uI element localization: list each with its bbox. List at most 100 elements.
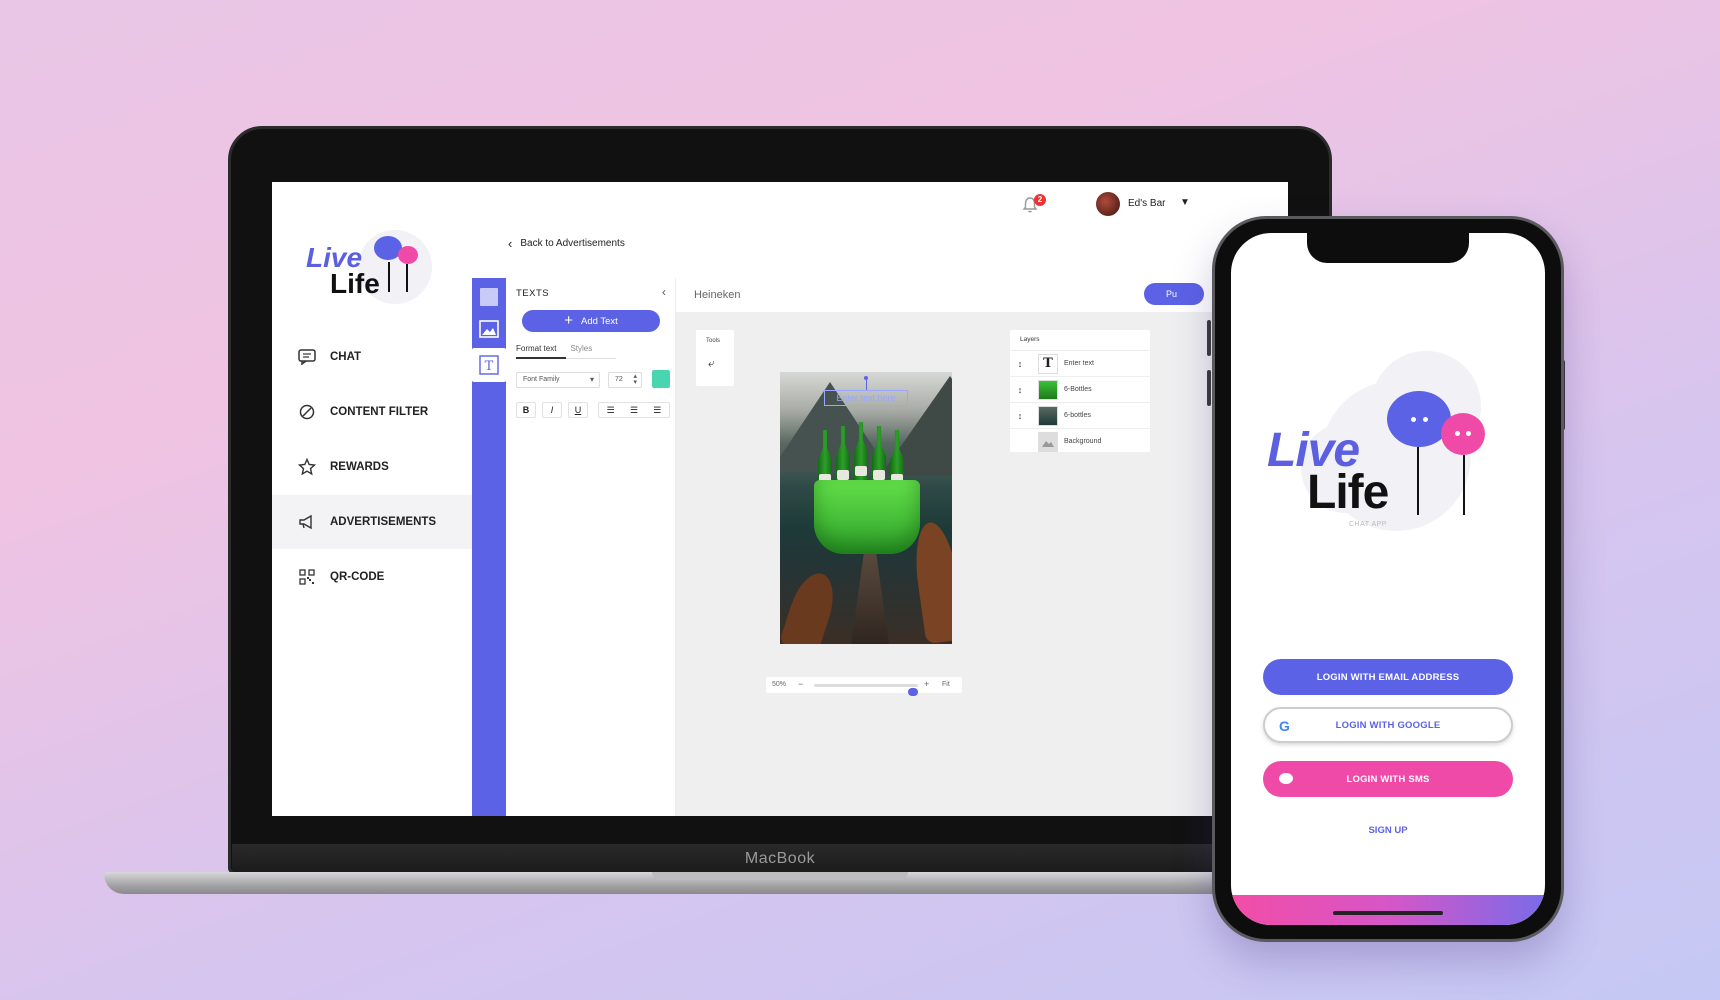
- bottom-gradient-bar: [1231, 895, 1545, 925]
- home-indicator[interactable]: [1333, 911, 1443, 915]
- editor-tool-rail: T: [472, 278, 506, 816]
- tab-format-text[interactable]: Format text: [516, 344, 556, 353]
- editor-header: Heineken Pu: [676, 278, 1288, 312]
- login-email-button[interactable]: LOGIN WITH EMAIL ADDRESS: [1263, 659, 1513, 695]
- chevron-down-icon[interactable]: ▼: [1180, 197, 1190, 208]
- add-text-button[interactable]: + Add Text: [522, 310, 660, 332]
- image-tool-icon[interactable]: [478, 318, 500, 340]
- plus-icon: +: [564, 312, 573, 329]
- back-to-advertisements-link[interactable]: ‹ Back to Advertisements: [508, 236, 625, 251]
- alignment-group: ☰ ☰ ☰: [598, 402, 670, 418]
- phone-side-button: [1207, 320, 1211, 356]
- zoom-slider-handle[interactable]: [908, 688, 918, 696]
- layer-name: Background: [1064, 438, 1102, 445]
- format-tabs: Format text Styles: [516, 344, 592, 353]
- zoom-value: 50%: [772, 681, 787, 688]
- sidebar-item-label: CHAT: [330, 351, 362, 363]
- font-family-select[interactable]: Font Family ▾: [516, 372, 600, 388]
- text-tool-icon[interactable]: T: [472, 348, 506, 382]
- layer-row[interactable]: Background: [1010, 428, 1150, 454]
- layer-thumbnail: [1038, 405, 1058, 426]
- login-google-button[interactable]: G LOGIN WITH GOOGLE: [1263, 707, 1513, 743]
- sidebar-item-qr-code[interactable]: QR-CODE: [272, 550, 472, 604]
- zoom-in-button[interactable]: +: [924, 679, 929, 689]
- stepper-icon: ▴ ▾: [633, 373, 637, 386]
- canvas-text-box[interactable]: Enter text here: [824, 390, 908, 406]
- layers-panel: Layers ↕ T Enter text ↕ 6-Bottles ↕ 6-bo…: [1010, 330, 1150, 452]
- layer-name: 6-Bottles: [1064, 386, 1092, 393]
- fit-button[interactable]: Fit: [942, 681, 950, 688]
- chevron-left-icon: ‹: [508, 236, 513, 251]
- publish-button[interactable]: Pu: [1144, 283, 1204, 305]
- logo-bubble-pink: [398, 246, 418, 264]
- sidebar-item-chat[interactable]: CHAT: [272, 330, 472, 384]
- shape-tool-icon[interactable]: [478, 286, 500, 308]
- text-color-swatch[interactable]: [652, 370, 670, 388]
- collapse-panel-icon[interactable]: ‹: [662, 285, 666, 299]
- drag-handle-icon[interactable]: ↕: [1010, 359, 1030, 369]
- layer-row[interactable]: ↕ 6-bottles: [1010, 402, 1150, 428]
- panel-title: TEXTS: [516, 288, 550, 299]
- sidebar-item-content-filter[interactable]: CONTENT FILTER: [272, 385, 472, 439]
- ad-canvas[interactable]: Enter text here: [780, 372, 952, 644]
- zoom-bar: 50% − + Fit: [766, 677, 962, 696]
- live-life-logo[interactable]: Live Life: [306, 224, 436, 314]
- logo-tagline: CHAT APP: [1349, 521, 1387, 528]
- laptop-brand-label: MacBook: [232, 844, 1328, 874]
- editor-workspace: Heineken Pu Tools ⤶ Enter text here Laye…: [676, 278, 1288, 816]
- layer-row[interactable]: ↕ T Enter text: [1010, 350, 1150, 376]
- active-tab-indicator: [516, 357, 566, 359]
- phone-side-button: [1207, 370, 1211, 406]
- layer-name: 6-bottles: [1064, 412, 1091, 419]
- align-left-icon[interactable]: ☰: [607, 405, 615, 416]
- logo-life-text: Life: [330, 268, 380, 299]
- logo-figure-2: [406, 264, 408, 292]
- zoom-slider[interactable]: [814, 684, 918, 696]
- chat-bubble-icon: [1279, 773, 1293, 784]
- phone-screen: Live Life CHAT APP LOGIN WITH EMAIL ADDR…: [1231, 233, 1545, 925]
- add-text-label: Add Text: [580, 315, 618, 327]
- sidebar-item-label: ADVERTISEMENTS: [330, 516, 437, 528]
- megaphone-icon: [298, 513, 316, 531]
- zoom-out-button[interactable]: −: [798, 679, 803, 689]
- align-right-icon[interactable]: ☰: [653, 405, 661, 416]
- layer-row[interactable]: ↕ 6-Bottles: [1010, 376, 1150, 402]
- login-sms-label: LOGIN WITH SMS: [1346, 773, 1430, 785]
- login-google-label: LOGIN WITH GOOGLE: [1335, 719, 1441, 731]
- drag-handle-icon[interactable]: ↕: [1010, 385, 1030, 395]
- sidebar-item-advertisements[interactable]: ADVERTISEMENTS: [272, 495, 472, 549]
- align-center-icon[interactable]: ☰: [630, 405, 638, 416]
- ad-name-field[interactable]: Heineken: [694, 289, 740, 301]
- rotate-handle[interactable]: [864, 376, 868, 390]
- chevron-down-icon: ▾: [589, 375, 594, 384]
- font-size-value: 72: [615, 376, 623, 383]
- italic-button[interactable]: I: [542, 402, 562, 418]
- chat-icon: [298, 348, 316, 366]
- sidebar-item-label: QR-CODE: [330, 571, 385, 583]
- login-sms-button[interactable]: LOGIN WITH SMS: [1263, 761, 1513, 797]
- logo-life-text: Life: [1307, 466, 1389, 519]
- underline-button[interactable]: U: [568, 402, 588, 418]
- tools-box: Tools ⤶: [696, 330, 734, 386]
- layer-name: Enter text: [1064, 360, 1094, 367]
- logo-figure-1: [388, 262, 390, 292]
- sign-up-link[interactable]: SIGN UP: [1231, 825, 1545, 836]
- font-size-stepper[interactable]: 72 ▴ ▾: [608, 372, 642, 388]
- layers-title: Layers: [1020, 336, 1040, 343]
- laptop-hinge-notch: [652, 872, 908, 880]
- logo-figure-1: [1417, 447, 1419, 515]
- google-icon: G: [1279, 718, 1291, 734]
- phone: Live Life CHAT APP LOGIN WITH EMAIL ADDR…: [1212, 216, 1564, 942]
- user-name[interactable]: Ed's Bar: [1128, 198, 1165, 209]
- layer-thumbnail: [1038, 379, 1058, 400]
- notification-badge: 2: [1034, 194, 1046, 206]
- sidebar-item-label: REWARDS: [330, 461, 389, 473]
- logo-bubble-pink: [1441, 413, 1485, 455]
- font-family-value: Font Family: [523, 376, 560, 383]
- bold-button[interactable]: B: [516, 402, 536, 418]
- sidebar-item-rewards[interactable]: REWARDS: [272, 440, 472, 494]
- curve-tool-icon[interactable]: ⤶: [708, 356, 715, 371]
- avatar[interactable]: [1096, 192, 1120, 216]
- drag-handle-icon[interactable]: ↕: [1010, 411, 1030, 421]
- tab-styles[interactable]: Styles: [570, 344, 592, 353]
